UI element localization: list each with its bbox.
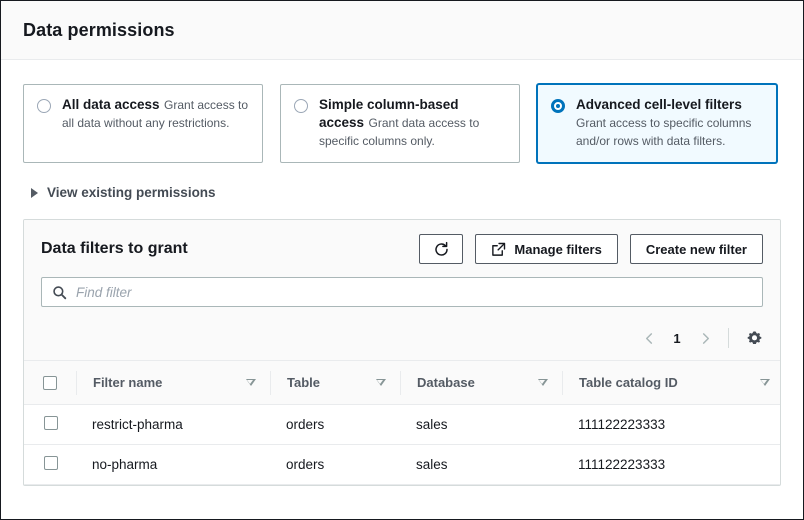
page-title: Data permissions (23, 20, 175, 41)
radio-tile-label: Advanced cell-level filters (576, 97, 742, 112)
radio-tile-label: All data access (62, 97, 160, 112)
create-new-filter-button[interactable]: Create new filter (630, 234, 763, 264)
row-checkbox[interactable] (44, 416, 58, 430)
cell-table-catalog-id: 111122223333 (562, 445, 781, 485)
data-filters-table: Filter name Table Database (24, 360, 781, 485)
column-header-table-catalog-id[interactable]: Table catalog ID (562, 361, 781, 405)
table-row[interactable]: no-pharma orders sales 111122223333 (24, 445, 781, 485)
cell-database: sales (400, 405, 562, 445)
data-filters-panel: Data filters to grant Manage filters (23, 219, 781, 486)
find-filter-search-box[interactable] (41, 277, 763, 307)
chevron-left-icon (643, 332, 656, 345)
column-header-label: Table (287, 375, 320, 390)
radio-tile-description: Grant access to specific columns and/or … (576, 116, 751, 148)
data-filters-panel-actions: Manage filters Create new filter (419, 234, 763, 264)
radio-button-simple-column-based-access[interactable] (294, 99, 308, 113)
table-header: Filter name Table Database (24, 361, 781, 405)
cell-filter-name: no-pharma (76, 445, 270, 485)
cell-table: orders (270, 445, 400, 485)
create-new-filter-label: Create new filter (646, 242, 747, 257)
row-select-cell (24, 405, 76, 445)
table-header-row: Filter name Table Database (24, 361, 781, 405)
access-mode-radio-group: All data access Grant access to all data… (1, 60, 803, 163)
pagination-previous-button[interactable] (636, 325, 662, 351)
select-all-checkbox[interactable] (43, 376, 57, 390)
column-header-label: Filter name (93, 375, 162, 390)
radio-tile-text: Advanced cell-level filters Grant access… (576, 96, 763, 150)
data-filters-panel-header: Data filters to grant Manage filters (24, 220, 780, 277)
cell-table-catalog-id: 111122223333 (562, 405, 781, 445)
cell-filter-name: restrict-pharma (76, 405, 270, 445)
table-row[interactable]: restrict-pharma orders sales 11112222333… (24, 405, 781, 445)
gear-icon (746, 330, 763, 347)
pagination-page-1[interactable]: 1 (666, 331, 688, 346)
page-header: Data permissions (1, 1, 803, 60)
column-header-database[interactable]: Database (400, 361, 562, 405)
sort-descending-icon[interactable] (246, 379, 256, 386)
view-existing-permissions-label: View existing permissions (47, 185, 216, 200)
table-preferences-button[interactable] (741, 325, 767, 351)
radio-button-advanced-cell-level-filters[interactable] (551, 99, 565, 113)
caret-right-icon (31, 188, 38, 198)
view-existing-permissions-toggle[interactable]: View existing permissions (1, 163, 803, 200)
radio-tile-all-data-access[interactable]: All data access Grant access to all data… (23, 84, 263, 163)
external-link-icon (491, 242, 506, 257)
row-checkbox[interactable] (44, 456, 58, 470)
cell-database: sales (400, 445, 562, 485)
manage-filters-label: Manage filters (514, 242, 601, 257)
data-filters-panel-title: Data filters to grant (41, 240, 188, 258)
cell-table: orders (270, 405, 400, 445)
radio-button-all-data-access[interactable] (37, 99, 51, 113)
sort-descending-icon[interactable] (538, 379, 548, 386)
row-select-cell (24, 445, 76, 485)
table-body: restrict-pharma orders sales 11112222333… (24, 405, 781, 485)
radio-tile-text: Simple column-based access Grant data ac… (319, 96, 506, 150)
column-header-label: Table catalog ID (579, 375, 678, 390)
select-all-header (24, 361, 76, 405)
column-header-table[interactable]: Table (270, 361, 400, 405)
data-permissions-page: Data permissions All data access Grant a… (0, 0, 804, 520)
find-filter-search-wrap (24, 277, 780, 320)
column-header-filter-name[interactable]: Filter name (76, 361, 270, 405)
refresh-button[interactable] (419, 234, 463, 264)
radio-tile-simple-column-based-access[interactable]: Simple column-based access Grant data ac… (280, 84, 520, 163)
radio-tile-advanced-cell-level-filters[interactable]: Advanced cell-level filters Grant access… (537, 84, 777, 163)
chevron-right-icon (699, 332, 712, 345)
sort-descending-icon[interactable] (760, 379, 770, 386)
pagination-next-button[interactable] (692, 325, 718, 351)
refresh-icon (433, 241, 450, 258)
pagination-divider (728, 328, 729, 348)
radio-tile-text: All data access Grant access to all data… (62, 96, 249, 150)
sort-descending-icon[interactable] (376, 379, 386, 386)
search-icon (52, 285, 67, 300)
pagination-bar: 1 (24, 320, 780, 360)
manage-filters-button[interactable]: Manage filters (475, 234, 617, 264)
find-filter-input[interactable] (76, 285, 752, 300)
column-header-label: Database (417, 375, 475, 390)
